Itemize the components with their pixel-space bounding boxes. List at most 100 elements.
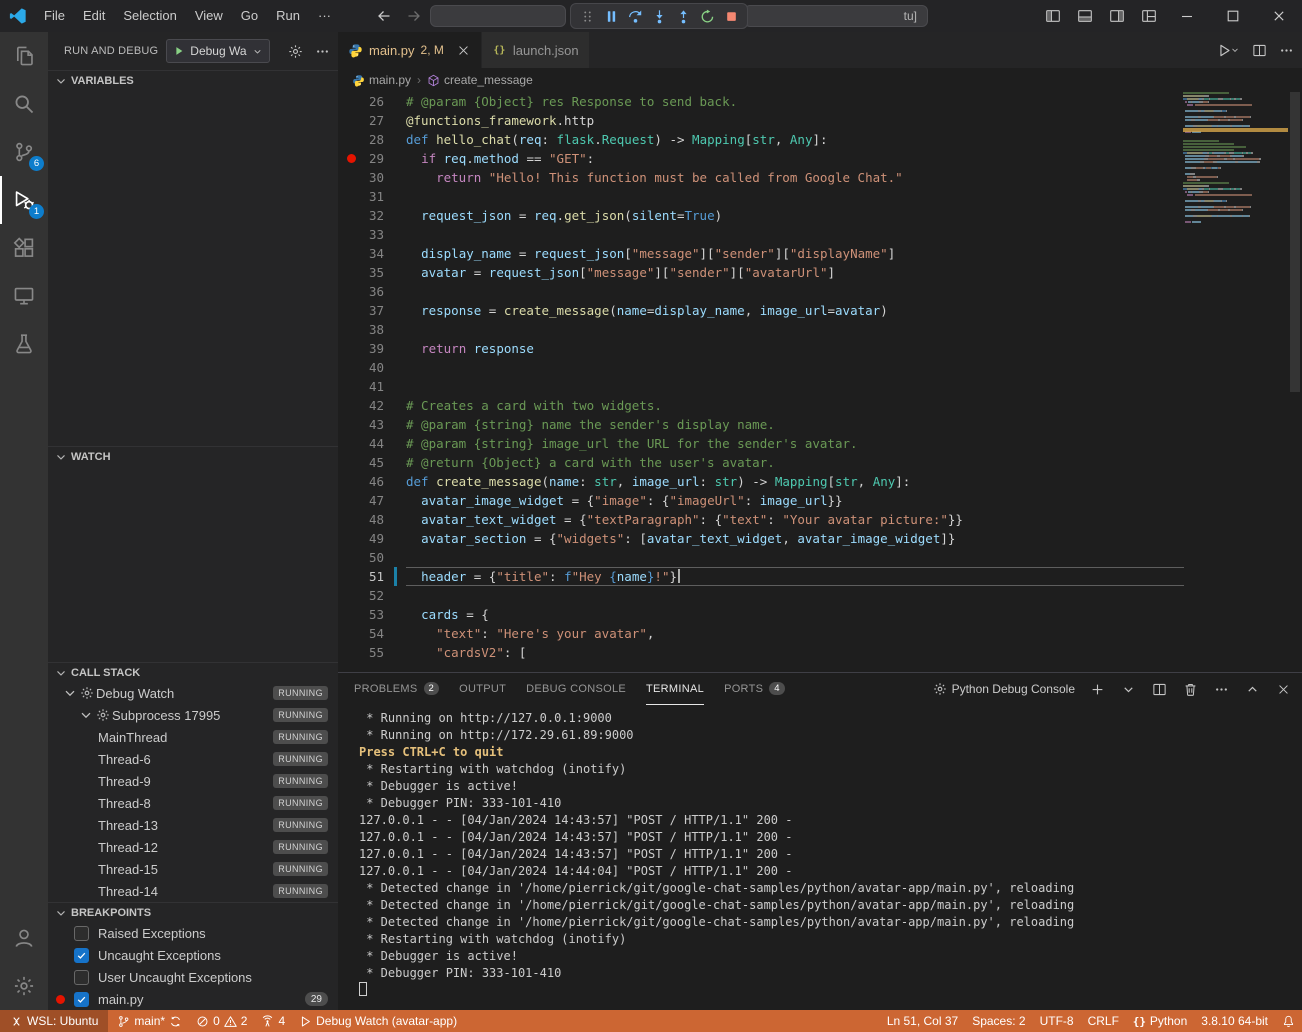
- panel-more-actions-button[interactable]: [1212, 680, 1230, 698]
- panel-tab-ports[interactable]: PORTS4: [724, 673, 785, 705]
- debug-restart-button[interactable]: [695, 5, 719, 27]
- watch-section-header[interactable]: WATCH: [48, 446, 338, 466]
- gutter[interactable]: 39: [338, 339, 406, 358]
- activitybar-testing[interactable]: [0, 320, 48, 368]
- panel-tab-terminal[interactable]: TERMINAL: [646, 673, 704, 705]
- maximize-button[interactable]: [1210, 0, 1256, 32]
- close-tab-icon[interactable]: [456, 43, 471, 58]
- menu-edit[interactable]: Edit: [74, 0, 114, 32]
- callstack-item[interactable]: Thread-13 RUNNING: [48, 814, 338, 836]
- breakpoint-item[interactable]: Raised Exceptions: [48, 922, 338, 944]
- status-forwarded-ports[interactable]: 4: [254, 1010, 292, 1032]
- gutter[interactable]: 45: [338, 453, 406, 472]
- breakpoint-icon[interactable]: [347, 154, 356, 163]
- breadcrumb-main.py[interactable]: main.py: [352, 73, 411, 87]
- code-line-29[interactable]: 29 if req.method == "GET":: [338, 149, 1184, 168]
- code-line-39[interactable]: 39 return response: [338, 339, 1184, 358]
- gutter[interactable]: 48: [338, 510, 406, 529]
- terminal[interactable]: * Running on http://127.0.0.1:9000 * Run…: [338, 705, 1302, 999]
- code-line-30[interactable]: 30 return "Hello! This function must be …: [338, 168, 1184, 187]
- toggle-sidebar-button[interactable]: [1040, 3, 1066, 29]
- code-line-41[interactable]: 41: [338, 377, 1184, 396]
- terminal-instance-label[interactable]: Python Debug Console: [933, 682, 1075, 696]
- panel-tab-problems[interactable]: PROBLEMS2: [354, 673, 439, 705]
- menu-view[interactable]: View: [186, 0, 232, 32]
- gutter[interactable]: 47: [338, 491, 406, 510]
- callstack-item[interactable]: Thread-8 RUNNING: [48, 792, 338, 814]
- code-line-54[interactable]: 54 "text": "Here's your avatar",: [338, 624, 1184, 643]
- gutter[interactable]: 27: [338, 111, 406, 130]
- menu-run[interactable]: Run: [267, 0, 309, 32]
- gutter[interactable]: 34: [338, 244, 406, 263]
- code-line-52[interactable]: 52: [338, 586, 1184, 605]
- breakpoint-item[interactable]: Uncaught Exceptions: [48, 944, 338, 966]
- code-line-45[interactable]: 45 # @return {Object} a card with the us…: [338, 453, 1184, 472]
- gutter[interactable]: 36: [338, 282, 406, 301]
- callstack-item[interactable]: Thread-6 RUNNING: [48, 748, 338, 770]
- sidebar-more-actions-icon[interactable]: [315, 44, 330, 59]
- code-line-27[interactable]: 27 @functions_framework.http: [338, 111, 1184, 130]
- code-line-53[interactable]: 53 cards = {: [338, 605, 1184, 624]
- maximize-panel-button[interactable]: [1243, 680, 1261, 698]
- gutter[interactable]: 26: [338, 92, 406, 111]
- scrollbar-slider[interactable]: [1290, 92, 1300, 392]
- gutter[interactable]: 32: [338, 206, 406, 225]
- callstack-item[interactable]: Thread-9 RUNNING: [48, 770, 338, 792]
- callstack-item[interactable]: Thread-14 RUNNING: [48, 880, 338, 902]
- code-line-44[interactable]: 44 # @param {string} image_url the URL f…: [338, 434, 1184, 453]
- code-line-37[interactable]: 37 response = create_message(name=displa…: [338, 301, 1184, 320]
- split-editor-button[interactable]: [1252, 43, 1267, 58]
- code-line-33[interactable]: 33: [338, 225, 1184, 244]
- callstack-item[interactable]: Thread-15 RUNNING: [48, 858, 338, 880]
- panel-tab-debug-console[interactable]: DEBUG CONSOLE: [526, 673, 626, 705]
- code-line-34[interactable]: 34 display_name = request_json["message"…: [338, 244, 1184, 263]
- menu-overflow[interactable]: ···: [309, 0, 340, 32]
- minimap[interactable]: [1183, 92, 1288, 672]
- activitybar-source-control[interactable]: 6: [0, 128, 48, 176]
- panel-tab-output[interactable]: OUTPUT: [459, 673, 506, 705]
- menu-go[interactable]: Go: [232, 0, 267, 32]
- gutter[interactable]: 33: [338, 225, 406, 244]
- debug-configuration-dropdown[interactable]: Debug Wa: [166, 39, 269, 63]
- minimize-button[interactable]: [1164, 0, 1210, 32]
- terminal-dropdown-button[interactable]: [1119, 680, 1137, 698]
- code-editor[interactable]: 26 # @param {Object} res Response to sen…: [338, 92, 1302, 672]
- activitybar-account[interactable]: [0, 914, 48, 962]
- breakpoints-section-header[interactable]: BREAKPOINTS: [48, 902, 338, 922]
- breakpoint-checkbox[interactable]: [74, 992, 89, 1007]
- callstack-item[interactable]: Thread-12 RUNNING: [48, 836, 338, 858]
- gutter[interactable]: 31: [338, 187, 406, 206]
- gutter[interactable]: 38: [338, 320, 406, 339]
- callstack-item[interactable]: Subprocess 17995 RUNNING: [48, 704, 338, 726]
- code-line-28[interactable]: 28 def hello_chat(req: flask.Request) ->…: [338, 130, 1184, 149]
- gutter[interactable]: 55: [338, 643, 406, 662]
- variables-section-header[interactable]: VARIABLES: [48, 70, 338, 90]
- breakpoint-checkbox[interactable]: [74, 926, 89, 941]
- editor-more-actions-button[interactable]: [1279, 43, 1294, 58]
- gutter[interactable]: 53: [338, 605, 406, 624]
- tab-launch.json[interactable]: {} launch.json: [482, 32, 590, 68]
- activitybar-run-and-debug[interactable]: 1: [0, 176, 48, 224]
- go-forward-button[interactable]: [402, 4, 426, 28]
- gutter[interactable]: 44: [338, 434, 406, 453]
- code-line-38[interactable]: 38: [338, 320, 1184, 339]
- gutter[interactable]: 50: [338, 548, 406, 567]
- activitybar-gear[interactable]: [0, 962, 48, 1010]
- toggle-secondary-sidebar-button[interactable]: [1104, 3, 1130, 29]
- status-encoding[interactable]: UTF-8: [1033, 1010, 1081, 1032]
- close-panel-button[interactable]: [1274, 680, 1292, 698]
- code-line-40[interactable]: 40: [338, 358, 1184, 377]
- breakpoint-checkbox[interactable]: [74, 948, 89, 963]
- gutter[interactable]: 40: [338, 358, 406, 377]
- status-git-branch[interactable]: main*: [110, 1010, 189, 1032]
- gutter[interactable]: 49: [338, 529, 406, 548]
- menu-file[interactable]: File: [35, 0, 74, 32]
- new-terminal-button[interactable]: [1088, 680, 1106, 698]
- activitybar-extensions[interactable]: [0, 224, 48, 272]
- code-line-31[interactable]: 31: [338, 187, 1184, 206]
- callstack-item[interactable]: MainThread RUNNING: [48, 726, 338, 748]
- callstack-item[interactable]: Debug Watch RUNNING: [48, 682, 338, 704]
- gutter[interactable]: 37: [338, 301, 406, 320]
- code-line-48[interactable]: 48 avatar_text_widget = {"textParagraph"…: [338, 510, 1184, 529]
- call-stack-section-header[interactable]: CALL STACK: [48, 662, 338, 682]
